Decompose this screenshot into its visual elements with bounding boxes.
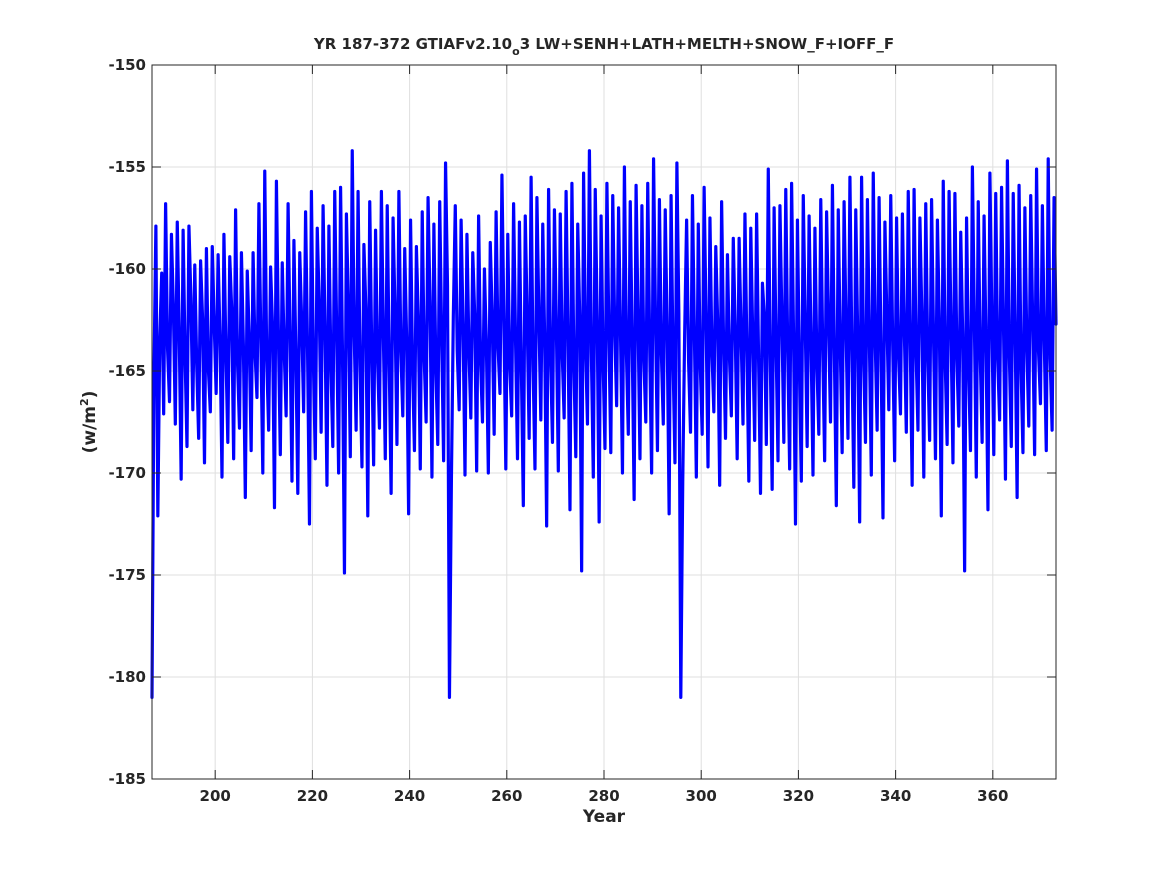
x-tick-label: 240 (394, 787, 425, 805)
y-tick-label: -170 (108, 464, 146, 482)
y-tick-label: -160 (108, 260, 146, 278)
x-axis-label: Year (582, 807, 626, 827)
title-rest: 3 LW+SENH+LATH+MELTH+SNOW_F+IOFF_F (520, 35, 894, 53)
x-tick-label: 220 (297, 787, 328, 805)
x-tick-label: 340 (880, 787, 911, 805)
y-tick-label: -185 (108, 770, 146, 788)
y-tick-label: -150 (108, 56, 146, 74)
ylabel-close: ) (80, 391, 100, 399)
x-tick-label: 360 (977, 787, 1008, 805)
title-main: YR 187-372 GTIAFv2.10 (313, 35, 512, 53)
x-tick-label: 300 (686, 787, 717, 805)
y-tick-label: -155 (108, 158, 146, 176)
y-tick-label: -180 (108, 668, 146, 686)
y-axis-label: (w/m2) (78, 391, 100, 454)
chart-figure: YR 187-372 GTIAFv2.10o3 LW+SENH+LATH+MEL… (0, 0, 1167, 875)
chart-title: YR 187-372 GTIAFv2.10o3 LW+SENH+LATH+MEL… (313, 35, 894, 58)
ylabel-main: (w/m (80, 406, 100, 453)
x-tick-label: 280 (588, 787, 619, 805)
y-tick-label: -175 (108, 566, 146, 584)
x-tick-label: 320 (783, 787, 814, 805)
x-tick-label: 200 (200, 787, 231, 805)
line-chart: YR 187-372 GTIAFv2.10o3 LW+SENH+LATH+MEL… (78, 35, 1058, 827)
x-tick-label: 260 (491, 787, 522, 805)
ylabel-superscript: 2 (78, 398, 91, 406)
y-tick-label: -165 (108, 362, 146, 380)
